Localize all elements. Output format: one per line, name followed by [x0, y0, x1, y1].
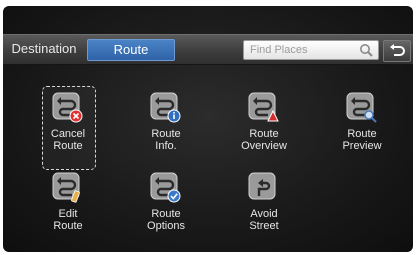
menu-item-label: Route Overview — [241, 128, 287, 152]
cancel-route-icon — [52, 92, 83, 123]
route-options-icon — [150, 172, 181, 203]
back-button[interactable] — [383, 40, 411, 62]
search-icon[interactable] — [358, 42, 374, 58]
menu-item-label: Edit Route — [53, 208, 83, 232]
menu-item-label: Route Preview — [342, 128, 382, 152]
tab-destination[interactable]: Destination — [3, 39, 85, 59]
edit-route-icon — [52, 172, 80, 203]
avoid-street-icon — [248, 172, 276, 200]
menu-item-label: Route Options — [147, 208, 185, 232]
menu-item-label: Route Info. — [151, 128, 181, 152]
menu-item-label: Cancel Route — [50, 128, 86, 152]
tab-route[interactable]: Route — [87, 39, 175, 61]
navigation-screen: Destination Route Find Places Cancel Rou… — [3, 6, 413, 252]
back-arrow-icon — [390, 44, 405, 56]
top-bar: Destination Route Find Places — [3, 34, 413, 65]
search-placeholder: Find Places — [250, 44, 308, 56]
menu-item-label: Avoid Street — [249, 208, 279, 232]
route-preview-icon — [346, 92, 377, 123]
route-info-icon — [150, 92, 181, 123]
search-input[interactable]: Find Places — [243, 40, 379, 60]
route-overview-icon — [248, 92, 279, 122]
